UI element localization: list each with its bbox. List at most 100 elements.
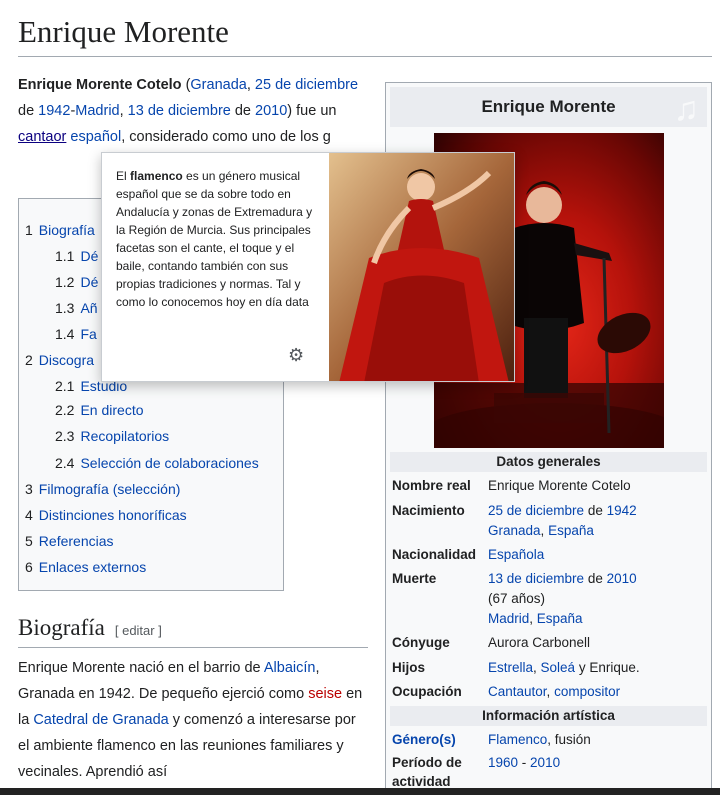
label-muerte: Muerte bbox=[392, 571, 437, 586]
toc-link[interactable]: Añ bbox=[80, 300, 97, 316]
toc-number: 1.1 bbox=[55, 248, 75, 264]
toc-item-1-3[interactable]: 1.3 Añ bbox=[55, 298, 98, 318]
toc-item-2-2[interactable]: 2.2 En directo bbox=[55, 400, 144, 420]
link-seise[interactable]: seise bbox=[308, 686, 342, 702]
text: y Enrique. bbox=[575, 660, 640, 675]
lead-text: , bbox=[119, 103, 128, 119]
toc-number: 1.4 bbox=[55, 326, 75, 342]
toc-item-biografia[interactable]: 1 Biografía bbox=[25, 220, 95, 240]
link-1960[interactable]: 1960 bbox=[488, 755, 518, 770]
label-nacimiento: Nacimiento bbox=[392, 503, 465, 518]
value-ocupacion: Cantautor, compositor bbox=[488, 682, 708, 702]
link-solea[interactable]: Soleá bbox=[541, 660, 576, 675]
toc-link[interactable]: Referencias bbox=[39, 533, 114, 549]
lead-text: , bbox=[246, 77, 255, 93]
toc-number: 2.4 bbox=[55, 455, 75, 471]
toc-link[interactable]: Distinciones honoríficas bbox=[39, 507, 187, 523]
link-25-diciembre[interactable]: 25 de diciembre bbox=[255, 77, 358, 93]
value-genero: Flamenco, fusión bbox=[488, 730, 708, 750]
lead-text: de bbox=[18, 103, 39, 119]
link-muerte-date[interactable]: 13 de diciembre bbox=[488, 571, 584, 586]
infobox-title: Enrique Morente ♫ bbox=[390, 87, 707, 128]
link-estrella[interactable]: Estrella bbox=[488, 660, 533, 675]
link-nac-country[interactable]: España bbox=[548, 523, 594, 538]
link-madrid[interactable]: Madrid bbox=[75, 103, 119, 119]
toc-link[interactable]: Selección de colaboraciones bbox=[80, 455, 258, 471]
popup-image[interactable] bbox=[329, 153, 514, 381]
text: , bbox=[540, 523, 549, 538]
toc-item-referencias[interactable]: 5 Referencias bbox=[25, 531, 114, 551]
popup-fade bbox=[116, 313, 318, 349]
toc-item-enlaces[interactable]: 6 Enlaces externos bbox=[25, 557, 146, 577]
link-2010[interactable]: 2010 bbox=[255, 103, 287, 119]
music-note-icon: ♫ bbox=[673, 90, 700, 128]
label-ocupacion: Ocupación bbox=[392, 684, 462, 699]
edit-section-link[interactable]: [ editar ] bbox=[115, 623, 162, 638]
lead-text: , considerado como uno de los g bbox=[121, 129, 331, 145]
toc-link[interactable]: Biografía bbox=[39, 222, 95, 238]
text: de bbox=[584, 571, 607, 586]
label-hijos: Hijos bbox=[392, 660, 426, 675]
link-13-diciembre[interactable]: 13 de diciembre bbox=[128, 103, 231, 119]
link-compositor[interactable]: compositor bbox=[554, 684, 620, 699]
toc-link[interactable]: Filmografía (selección) bbox=[39, 481, 181, 497]
toc-item-filmografia[interactable]: 3 Filmografía (selección) bbox=[25, 479, 180, 499]
link-granada[interactable]: Granada bbox=[190, 77, 246, 93]
toc-item-1-2[interactable]: 1.2 Dé bbox=[55, 272, 98, 292]
label-nombre-real: Nombre real bbox=[392, 478, 471, 493]
value-conyuge: Aurora Carbonell bbox=[488, 635, 591, 650]
toc-link[interactable]: Discogra bbox=[39, 352, 94, 368]
toc-item-1-1[interactable]: 1.1 Dé bbox=[55, 246, 98, 266]
toc-number: 2.3 bbox=[55, 428, 75, 444]
link-albaicin[interactable]: Albaicín bbox=[264, 660, 316, 676]
link-muerte-country[interactable]: España bbox=[537, 611, 583, 626]
toc-number: 3 bbox=[25, 481, 33, 497]
gear-icon[interactable]: ⚙ bbox=[288, 345, 304, 366]
toc-link[interactable]: Dé bbox=[80, 248, 98, 264]
link-muerte-city[interactable]: Madrid bbox=[488, 611, 529, 626]
link-nacionalidad[interactable]: Española bbox=[488, 547, 544, 562]
lead-paragraph: Enrique Morente Cotelo (Granada, 25 de d… bbox=[18, 72, 368, 150]
lead-text: ) fue un bbox=[287, 103, 337, 119]
toc-link[interactable]: Fa bbox=[80, 326, 96, 342]
toc-link[interactable]: Recopilatorios bbox=[80, 428, 169, 444]
toc-item-1-4[interactable]: 1.4 Fa bbox=[55, 324, 97, 344]
link-cantaor[interactable]: cantaor bbox=[18, 129, 66, 145]
toc-item-discografia[interactable]: 2 Discogra bbox=[25, 350, 94, 370]
link-nac-year[interactable]: 1942 bbox=[607, 503, 637, 518]
link-espanol[interactable]: español bbox=[70, 129, 121, 145]
link-2010-end[interactable]: 2010 bbox=[530, 755, 560, 770]
window-bottom-edge bbox=[0, 788, 720, 795]
link-cantautor[interactable]: Cantautor bbox=[488, 684, 547, 699]
link-nac-date[interactable]: 25 de diciembre bbox=[488, 503, 584, 518]
biografia-paragraph: Enrique Morente nació en el barrio de Al… bbox=[18, 655, 368, 785]
link-flamenco[interactable]: Flamenco bbox=[488, 732, 547, 747]
label-conyuge: Cónyuge bbox=[392, 635, 450, 650]
link-nac-city[interactable]: Granada bbox=[488, 523, 541, 538]
popup-bold: flamenco bbox=[130, 169, 183, 183]
section-heading-biografia: Biografía [ editar ] bbox=[18, 612, 368, 648]
toc-link[interactable]: Dé bbox=[80, 274, 98, 290]
toc-link[interactable]: Enlaces externos bbox=[39, 559, 146, 575]
text: , bbox=[533, 660, 541, 675]
lead-text: de bbox=[230, 103, 256, 119]
toc-item-2-4[interactable]: 2.4 Selección de colaboraciones bbox=[55, 453, 259, 473]
toc-item-distinciones[interactable]: 4 Distinciones honoríficas bbox=[25, 505, 187, 525]
label-periodo-actividad: Período de actividad bbox=[392, 755, 462, 789]
link-genero-label[interactable]: Género(s) bbox=[392, 732, 456, 747]
link-muerte-year[interactable]: 2010 bbox=[607, 571, 637, 586]
toc-link[interactable]: En directo bbox=[80, 402, 143, 418]
text: , fusión bbox=[547, 732, 591, 747]
text: - bbox=[518, 755, 531, 770]
link-1942[interactable]: 1942 bbox=[38, 103, 70, 119]
toc-item-2-3[interactable]: 2.3 Recopilatorios bbox=[55, 426, 169, 446]
value-nacionalidad: Española bbox=[488, 545, 708, 565]
toc-number: 2.2 bbox=[55, 402, 75, 418]
page-preview-popup[interactable]: El flamenco es un género musical español… bbox=[101, 152, 515, 382]
link-catedral-granada[interactable]: Catedral de Granada bbox=[33, 712, 168, 728]
value-periodo: 1960 - 2010 bbox=[488, 753, 708, 773]
text: de bbox=[584, 503, 607, 518]
label-genero[interactable]: Género(s) bbox=[392, 730, 456, 750]
value-hijos: Estrella, Soleá y Enrique. bbox=[488, 658, 708, 678]
text: , bbox=[529, 611, 537, 626]
